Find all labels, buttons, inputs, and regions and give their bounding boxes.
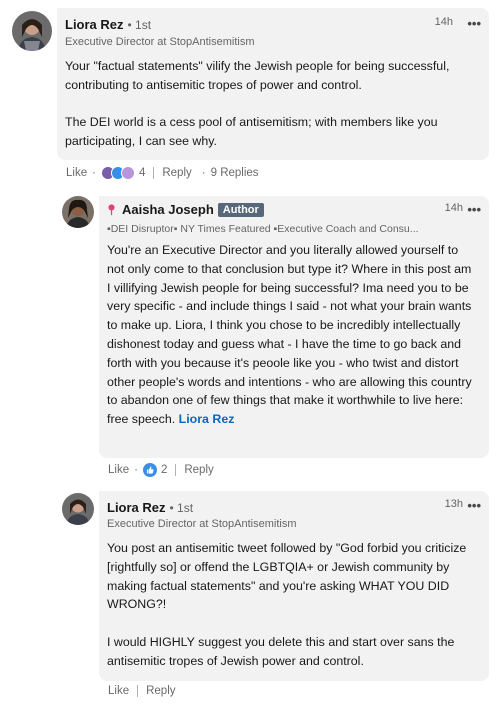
- reply-actions: Like · 2 Reply: [108, 463, 214, 477]
- comment-actions: Like · 4 Reply · 9 Replies: [66, 166, 259, 180]
- reply-body: You're an Executive Director and you lit…: [107, 243, 472, 427]
- avatar[interactable]: [62, 493, 94, 525]
- reply-timestamp: 14h: [444, 202, 463, 214]
- connection-degree: • 1st: [127, 18, 152, 32]
- connection-degree: • 1st: [169, 501, 194, 515]
- reply-author-name[interactable]: Aaisha Joseph: [122, 202, 214, 217]
- like-button[interactable]: Like: [108, 685, 129, 697]
- more-options-icon[interactable]: •••: [467, 499, 481, 512]
- reply-author-name[interactable]: Liora Rez: [107, 500, 166, 515]
- reply-text: You post an antisemitic tweet followed b…: [107, 539, 479, 671]
- more-options-icon[interactable]: •••: [467, 203, 481, 216]
- avatar[interactable]: [12, 11, 52, 51]
- like-button[interactable]: Like: [66, 167, 87, 179]
- reply-text: You're an Executive Director and you lit…: [107, 241, 477, 429]
- reply-bubble: Aaisha Joseph Author ▪DEI Disruptor▪ NY …: [99, 196, 489, 458]
- reply-actions: Like Reply: [108, 685, 176, 697]
- author-headline: ▪DEI Disruptor▪ NY Times Featured ▪Execu…: [107, 223, 419, 235]
- avatar[interactable]: [62, 196, 94, 228]
- reply-paragraph: I would HIGHLY suggest you delete this a…: [107, 634, 455, 668]
- comment-text: Your "factual statements" vilify the Jew…: [65, 57, 483, 151]
- support-reaction-icon: [120, 166, 135, 180]
- reply-button[interactable]: Reply: [184, 464, 213, 476]
- location-pin-icon: [108, 203, 115, 215]
- reaction-count[interactable]: 4: [139, 167, 145, 179]
- like-reaction-icon: [142, 463, 157, 477]
- comment-bubble: Liora Rez • 1st Executive Director at Sto…: [57, 8, 489, 160]
- reaction-count[interactable]: 2: [161, 464, 167, 476]
- comment-paragraph: The DEI world is a cess pool of antisemi…: [65, 115, 438, 149]
- reply-button[interactable]: Reply: [162, 167, 191, 179]
- divider: [137, 685, 139, 697]
- reply-timestamp: 13h: [444, 498, 463, 510]
- mention-link[interactable]: Liora Rez: [179, 412, 235, 426]
- reply-paragraph: You post an antisemitic tweet followed b…: [107, 541, 467, 612]
- reply-button[interactable]: Reply: [146, 685, 175, 697]
- like-button[interactable]: Like: [108, 464, 129, 476]
- author-headline: Executive Director at StopAntisemitism: [107, 518, 297, 530]
- comment-timestamp: 14h: [434, 16, 453, 28]
- author-badge: Author: [217, 202, 264, 217]
- more-options-icon[interactable]: •••: [467, 17, 481, 30]
- comment-author-name[interactable]: Liora Rez: [65, 17, 124, 32]
- author-headline: Executive Director at StopAntisemitism: [65, 36, 255, 48]
- comment-paragraph: Your "factual statements" vilify the Jew…: [65, 59, 450, 92]
- reactions[interactable]: [142, 463, 157, 477]
- divider: [175, 464, 177, 476]
- reactions[interactable]: [100, 166, 135, 180]
- divider: [153, 167, 155, 179]
- reply-bubble: Liora Rez • 1st Executive Director at Sto…: [99, 491, 489, 681]
- replies-count-link[interactable]: 9 Replies: [211, 167, 259, 179]
